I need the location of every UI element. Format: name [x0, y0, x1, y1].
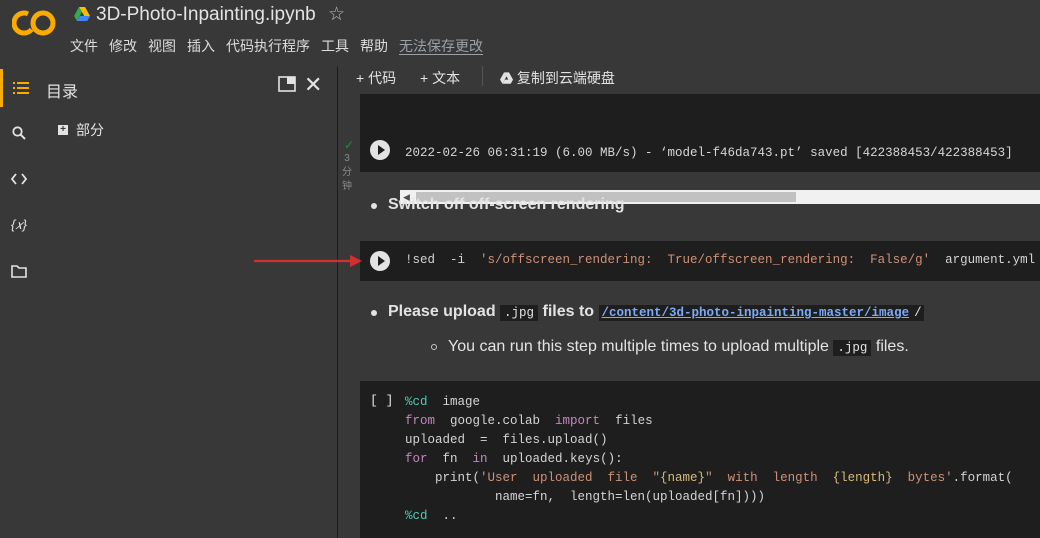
run-cell-button[interactable]	[370, 251, 390, 271]
toc-item-label: 部分	[76, 122, 104, 138]
code-snippets-icon[interactable]	[0, 160, 38, 198]
code-line[interactable]: !sed -i 's/offscreen_rendering: True/off…	[405, 253, 1035, 267]
run-cell-button[interactable]	[370, 140, 390, 160]
code-line: print('User uploaded file "{name}" with …	[405, 471, 1013, 485]
text-cell-bullet: Switch off off-screen rendering	[371, 196, 625, 214]
code-cell-output[interactable]: ✓ 3 分 钟 2022-02-26 06:31:19 (6.00 MB/s) …	[338, 94, 1040, 204]
menu-view[interactable]: 视图	[148, 38, 176, 54]
left-rail: {𝑥}	[0, 66, 38, 538]
bullet-text: Switch off off-screen rendering	[388, 196, 625, 213]
inline-code: .jpg	[833, 340, 872, 356]
add-text-button[interactable]: + 文本	[420, 68, 460, 88]
toc-panel: 目录 ✕ + 部分	[38, 66, 338, 538]
subbullet-text: files.	[871, 338, 909, 355]
inline-code: /	[912, 305, 924, 321]
red-arrow-annotation	[254, 253, 364, 274]
code-filename: argument.yml	[930, 253, 1036, 267]
menu-insert[interactable]: 插入	[187, 38, 215, 54]
code-cell-upload[interactable]: [ ] %cd image from google.colab import fi…	[360, 381, 1040, 538]
subbullet-text: You can run this step multiple times to …	[448, 338, 834, 355]
notebook-main: + 代码 + 文本 复制到云端硬盘 ✓ 3 分 钟 2022-02-26 06:…	[338, 60, 1040, 538]
copy-to-drive-button[interactable]: 复制到云端硬盘	[500, 68, 615, 88]
code-command: !sed -i	[405, 253, 481, 267]
plus-icon: +	[58, 125, 68, 135]
drive-icon	[74, 7, 90, 26]
menu-runtime[interactable]: 代码执行程序	[226, 38, 310, 54]
add-code-button[interactable]: + 代码	[356, 68, 396, 88]
code-cell-sed[interactable]: !sed -i 's/offscreen_rendering: True/off…	[360, 241, 1040, 281]
folder-icon[interactable]	[0, 252, 38, 290]
code-line: from google.colab import files	[405, 414, 653, 428]
bullet-circle	[431, 344, 437, 350]
colab-logo[interactable]	[11, 8, 56, 38]
open-in-tab-icon[interactable]	[278, 76, 296, 97]
close-icon[interactable]: ✕	[304, 72, 322, 98]
variables-icon[interactable]: {𝑥}	[0, 206, 38, 244]
upload-text: files to	[538, 303, 599, 320]
drive-icon	[500, 72, 513, 84]
code-block[interactable]: %cd image from google.colab import files u…	[405, 393, 1013, 526]
code-string: 's/offscreen_rendering: True/offscreen_r…	[480, 253, 931, 267]
search-icon[interactable]	[0, 114, 38, 152]
code-line: name=fn, length=len(uploaded[fn])))	[405, 490, 766, 504]
toc-list-icon[interactable]	[0, 69, 38, 107]
bullet-dot	[371, 310, 377, 316]
code-line: uploaded = files.upload()	[405, 433, 608, 447]
star-icon[interactable]: ☆	[328, 3, 345, 26]
menu-edit[interactable]: 修改	[109, 38, 137, 54]
toolbar: + 代码 + 文本 复制到云端硬盘	[338, 60, 1040, 92]
text-cell-subbullet: You can run this step multiple times to …	[431, 338, 909, 356]
toolbar-divider	[482, 66, 483, 86]
execution-time: 3 分 钟	[342, 153, 352, 192]
cell-output-area	[360, 94, 1040, 172]
unsaved-changes-link[interactable]: 无法保存更改	[399, 38, 483, 54]
toc-item-section[interactable]: + 部分	[58, 120, 104, 140]
notebook-title[interactable]: 3D-Photo-Inpainting.ipynb	[96, 4, 316, 26]
check-icon: ✓	[344, 138, 355, 152]
menubar: 文件 修改 视图 插入 代码执行程序 工具 帮助 无法保存更改	[70, 36, 494, 56]
menu-tools[interactable]: 工具	[321, 38, 349, 54]
code-line: for fn in uploaded.keys():	[405, 452, 623, 466]
cell-output-text: 2022-02-26 06:31:19 (6.00 MB/s) - ‘model…	[405, 146, 1013, 160]
path-link[interactable]: /content/3d-photo-inpainting-master/imag…	[598, 305, 913, 321]
upload-text: Please upload	[388, 303, 501, 320]
bullet-dot	[371, 203, 377, 209]
inline-code: .jpg	[500, 305, 539, 321]
menu-file[interactable]: 文件	[70, 38, 98, 54]
header: 3D-Photo-Inpainting.ipynb ☆ 文件 修改 视图 插入 代码执行…	[0, 0, 1040, 60]
copy-to-drive-label: 复制到云端硬盘	[516, 70, 615, 86]
code-line: %cd image	[405, 395, 481, 409]
text-cell-upload: Please upload .jpg files to /content/3d-…	[371, 303, 924, 321]
toc-title: 目录	[46, 84, 79, 101]
menu-help[interactable]: 帮助	[360, 38, 388, 54]
execution-count[interactable]: [ ]	[370, 393, 393, 408]
code-line: %cd ..	[405, 509, 458, 523]
